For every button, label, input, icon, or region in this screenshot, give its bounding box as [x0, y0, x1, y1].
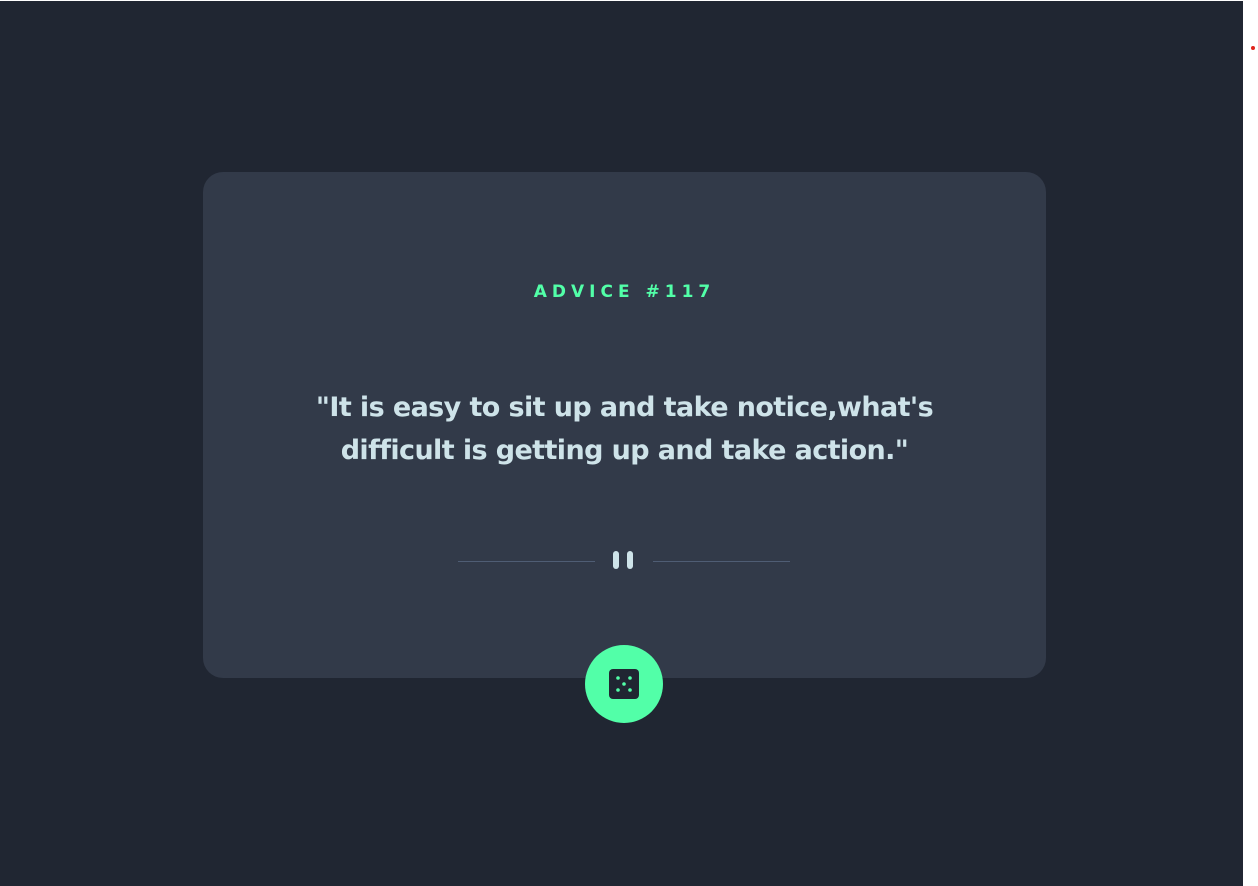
pause-icon	[613, 551, 635, 571]
advice-quote: "It is easy to sit up and take notice,wh…	[315, 392, 934, 466]
divider-line-left	[458, 561, 595, 562]
advice-card: ADVICE #117 "It is easy to sit up and ta…	[203, 172, 1046, 678]
pattern-divider	[458, 550, 790, 572]
advice-number: ADVICE #117	[533, 282, 716, 302]
window-edge	[1243, 0, 1258, 886]
dice-icon	[609, 669, 639, 699]
divider-line-right	[653, 561, 790, 562]
status-dot	[1251, 46, 1255, 50]
page-background: ADVICE #117 "It is easy to sit up and ta…	[0, 1, 1243, 886]
new-advice-button[interactable]	[585, 645, 663, 723]
